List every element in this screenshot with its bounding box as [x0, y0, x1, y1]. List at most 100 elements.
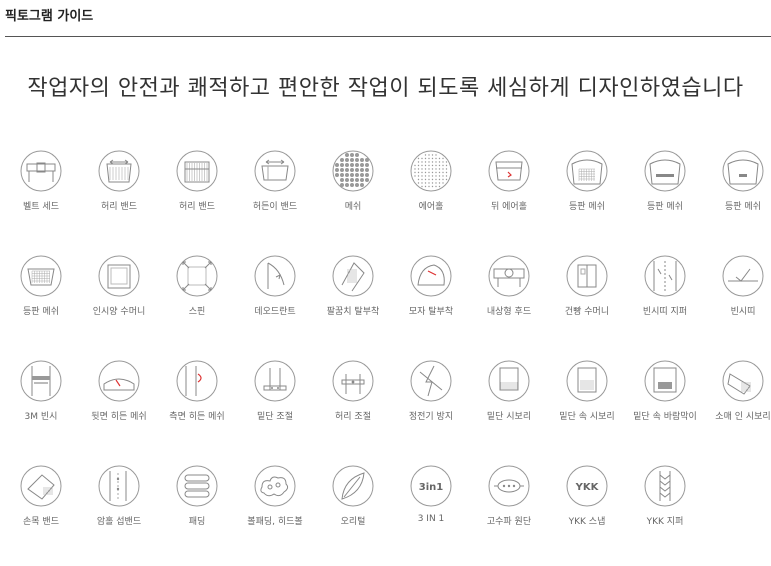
hip-band-icon [254, 150, 296, 192]
pictogram-item: 소매 인 시보리 [704, 356, 771, 461]
pictogram-item: 빈시띠 지퍼 [626, 251, 704, 356]
pictogram-label: 밑단 조절 [257, 412, 293, 422]
reflective-tape-icon [722, 255, 764, 297]
icon-badge-text: YKK [575, 482, 600, 493]
pictogram-label: YKK 스냅 [568, 517, 606, 527]
inner-windbreak-icon [644, 360, 686, 402]
pictogram-label: 내상형 후드 [486, 307, 532, 317]
cargo-pocket-icon [566, 255, 608, 297]
pictogram-item: 등판 메쉬 [704, 146, 771, 251]
stretch-arrows-icon [176, 255, 218, 297]
pictogram-label: 손목 밴드 [23, 517, 59, 527]
wrist-band-icon [20, 465, 62, 507]
sleeve-rib-icon [722, 360, 764, 402]
inner-hood-icon [488, 255, 530, 297]
hem-rib-icon [488, 360, 530, 402]
ykk-snap-icon: YKK [566, 465, 608, 507]
pictogram-item: 팔꿈치 탈부착 [314, 251, 392, 356]
pictogram-label: 팔꿈치 탈부착 [326, 307, 380, 317]
pictogram-item: 패딩 [158, 461, 236, 566]
waist-band-ribbed-icon [176, 150, 218, 192]
pictogram-label: 등판 메쉬 [647, 202, 683, 212]
pictogram-label: 등판 메쉬 [23, 307, 59, 317]
pictogram-label: 정전기 방지 [408, 412, 454, 422]
side-hidden-mesh-icon [176, 360, 218, 402]
pictogram-label: 스핀 [188, 307, 206, 317]
pictogram-grid: 벨트 세드 허리 밴드 허리 밴드 허든이 밴드 메쉬 에어홀 뒤 에어홀 등판 메쉬 등판 메… [0, 146, 771, 566]
pictogram-label: 데오드란트 [254, 307, 296, 317]
pictogram-label: 밑단 속 시보리 [559, 412, 615, 422]
high-fabric-icon [488, 465, 530, 507]
pictogram-label: 암홀 섭밴드 [96, 517, 142, 527]
hood-detach-icon [410, 255, 452, 297]
pictogram-item: 허리 밴드 [158, 146, 236, 251]
pictogram-item: 등판 메쉬 [626, 146, 704, 251]
pictogram-label: 볼패딩, 히드볼 [247, 517, 303, 527]
pictogram-label: 빈시띠 지퍼 [642, 307, 688, 317]
air-hole-icon [410, 150, 452, 192]
pictogram-item: 암홀 섭밴드 [80, 461, 158, 566]
pictogram-item: 3M 빈시 [2, 356, 80, 461]
inner-hem-rib-icon [566, 360, 608, 402]
pictogram-item: 손목 밴드 [2, 461, 80, 566]
pictogram-item: 인시양 수머니 [80, 251, 158, 356]
pictogram-label: 모자 탈부착 [408, 307, 454, 317]
pictogram-label: 허리 조절 [335, 412, 371, 422]
pictogram-label: 소매 인 시보리 [715, 412, 771, 422]
pictogram-label: 패딩 [188, 517, 206, 527]
waist-band-icon [98, 150, 140, 192]
hem-adjust-icon [254, 360, 296, 402]
pictogram-item: 허든이 밴드 [236, 146, 314, 251]
pictogram-label: 빈시띠 [730, 307, 756, 317]
belt-icon [20, 150, 62, 192]
pictogram-label: 뒤 에어홀 [491, 202, 527, 212]
reflective-zipper-icon [644, 255, 686, 297]
pictogram-label: 등판 메쉬 [569, 202, 605, 212]
pictogram-item: 벨트 세드 [2, 146, 80, 251]
pictogram-item: 에어홀 [392, 146, 470, 251]
pictogram-label: 허리 밴드 [179, 202, 215, 212]
pictogram-label: 벨트 세드 [23, 202, 59, 212]
pictogram-label: 등판 메쉬 [725, 202, 761, 212]
pictogram-item: 볼패딩, 히드볼 [236, 461, 314, 566]
3m-reflective-icon [20, 360, 62, 402]
pictogram-item: 오리털 [314, 461, 392, 566]
pictogram-item: 모자 탈부착 [392, 251, 470, 356]
deodorant-icon [254, 255, 296, 297]
stretch-pocket-icon [98, 255, 140, 297]
pictogram-item: 정전기 방지 [392, 356, 470, 461]
anti-static-icon [410, 360, 452, 402]
mesh-icon [332, 150, 374, 192]
back-mesh-band-icon [644, 150, 686, 192]
waist-adjust-icon [332, 360, 374, 402]
ball-padding-icon [254, 465, 296, 507]
pictogram-item: 3in1 3 IN 1 [392, 461, 470, 566]
pictogram-item: 허리 조절 [314, 356, 392, 461]
pictogram-item: 허리 밴드 [80, 146, 158, 251]
back-mesh-icon [566, 150, 608, 192]
pictogram-label: 밑단 속 바람막이 [633, 412, 697, 422]
pictogram-label: 오리털 [340, 517, 366, 527]
pictogram-item: 빈시띠 [704, 251, 771, 356]
icon-badge-text: 3in1 [419, 482, 444, 493]
down-feather-icon [332, 465, 374, 507]
pictogram-item: 데오드란트 [236, 251, 314, 356]
elbow-detach-icon [332, 255, 374, 297]
pictogram-label: 3 IN 1 [417, 514, 445, 524]
back-air-hole-icon [488, 150, 530, 192]
pictogram-label: 뒷면 히든 메쉬 [91, 412, 147, 422]
pictogram-label: YKK 지퍼 [646, 517, 684, 527]
pictogram-item: 고수파 원단 [470, 461, 548, 566]
ykk-zipper-icon [644, 465, 686, 507]
pictogram-label: 메쉬 [344, 202, 362, 212]
pictogram-item: 밑단 속 바람막이 [626, 356, 704, 461]
pictogram-label: 허든이 밴드 [252, 202, 298, 212]
pictogram-item: 측면 히든 메쉬 [158, 356, 236, 461]
pictogram-item: 밑단 속 시보리 [548, 356, 626, 461]
back-hidden-mesh-icon [98, 360, 140, 402]
padding-icon [176, 465, 218, 507]
pictogram-label: 허리 밴드 [101, 202, 137, 212]
pictogram-label: 건빵 수머니 [564, 307, 610, 317]
pictogram-label: 인시양 수머니 [92, 307, 146, 317]
pictogram-item: 건빵 수머니 [548, 251, 626, 356]
